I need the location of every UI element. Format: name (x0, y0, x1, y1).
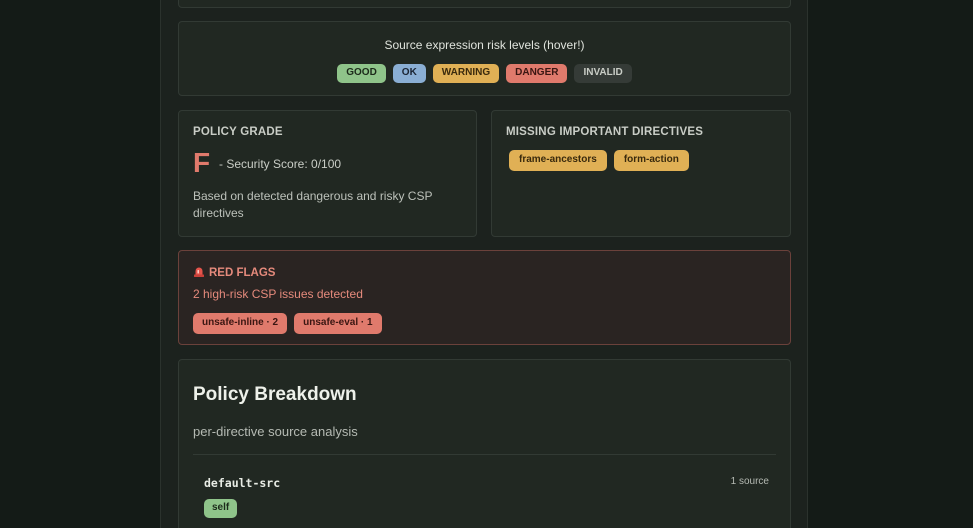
previous-card (178, 0, 791, 8)
policy-breakdown-subtitle: per-directive source analysis (193, 424, 358, 439)
legend-danger-badge[interactable]: DANGER (506, 64, 568, 83)
missing-directive-badge[interactable]: form-action (613, 150, 689, 171)
missing-directives-card: MISSING IMPORTANT DIRECTIVES frame-ances… (491, 110, 791, 237)
policy-grade-label: POLICY GRADE (193, 126, 283, 138)
directive-name: default-src (204, 476, 281, 490)
directive-sources: self (204, 499, 238, 518)
red-flags-subtitle: 2 high-risk CSP issues detected (193, 287, 363, 301)
legend-invalid-badge[interactable]: INVALID (574, 64, 632, 83)
legend-badges: GOOD OK WARNING DANGER INVALID (179, 64, 790, 83)
policy-breakdown-title: Policy Breakdown (193, 384, 357, 405)
red-flags-title: RED FLAGS (209, 267, 276, 279)
divider (193, 454, 776, 455)
missing-directives-label: MISSING IMPORTANT DIRECTIVES (506, 126, 704, 138)
legend-warning-badge[interactable]: WARNING (432, 64, 500, 83)
missing-directive-badge[interactable]: frame-ancestors (509, 150, 607, 171)
red-flag-badge[interactable]: unsafe-eval · 1 (294, 313, 382, 334)
policy-grade-card: POLICY GRADE F - Security Score: 0/100 B… (178, 110, 477, 237)
red-flag-badge[interactable]: unsafe-inline · 2 (193, 313, 288, 334)
missing-directive-list: frame-ancestors form-action (509, 150, 689, 171)
policy-breakdown-card: Policy Breakdown per-directive source an… (178, 359, 791, 528)
report-page: Source expression risk levels (hover!) G… (160, 0, 808, 528)
risk-legend: Source expression risk levels (hover!) G… (178, 21, 791, 96)
red-flag-list: unsafe-inline · 2 unsafe-eval · 1 (193, 313, 382, 334)
red-flags-card: RED FLAGS 2 high-risk CSP issues detecte… (178, 250, 791, 345)
grade-letter: F (193, 147, 211, 178)
legend-ok-badge[interactable]: OK (392, 64, 426, 83)
directive-source-count: 1 source (730, 476, 769, 487)
grade-note: Based on detected dangerous and risky CS… (193, 189, 433, 220)
red-flags-heading: RED FLAGS (193, 266, 275, 279)
siren-icon (194, 267, 204, 277)
legend-title: Source expression risk levels (hover!) (384, 38, 585, 52)
legend-good-badge[interactable]: GOOD (337, 64, 386, 83)
security-score: - Security Score: 0/100 (219, 157, 342, 171)
source-badge[interactable]: self (204, 499, 238, 518)
